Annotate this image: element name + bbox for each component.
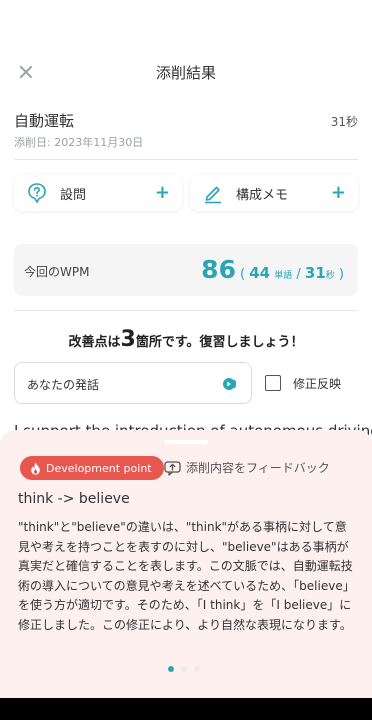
- feedback-label: 添削内容をフィードバック: [186, 461, 330, 475]
- wpm-card: 今回のWPM 86 ( 44 単語 / 31秒 ): [14, 244, 358, 296]
- page-dot[interactable]: [181, 666, 187, 672]
- improvement-summary: 改善点は3箇所です。復習しましょう！: [0, 327, 372, 352]
- feedback-sheet: Development point 添削内容をフィードバック think -> …: [0, 430, 372, 720]
- page-title: 添削結果: [155, 64, 216, 82]
- pencil-icon: [205, 186, 221, 204]
- word-unit: 単語: [274, 271, 293, 281]
- wpm-label: 今回のWPM: [24, 265, 90, 279]
- correction-change: think -> believe: [18, 491, 130, 507]
- question-button[interactable]: 設問 +: [14, 175, 182, 211]
- header: 添削結果: [0, 52, 372, 92]
- word-count: 44: [249, 264, 271, 282]
- speech-tab[interactable]: あなたの発話: [14, 362, 252, 404]
- divider: [14, 310, 358, 311]
- question-label: 設問: [60, 187, 87, 203]
- page-dot[interactable]: [194, 666, 200, 672]
- topic-title: 自動運転: [14, 112, 75, 130]
- wpm-number: 86: [201, 255, 236, 284]
- speech-label: あなたの発話: [27, 378, 100, 392]
- wpm-value: 86 ( 44 単語 / 31秒 ): [201, 255, 344, 284]
- development-point-badge: Development point: [20, 456, 164, 480]
- page-dot[interactable]: [168, 666, 174, 672]
- badge-label: Development point: [46, 461, 152, 475]
- improve-count: 3: [120, 327, 136, 352]
- seconds-unit: 秒: [325, 271, 335, 281]
- divider: [14, 159, 358, 160]
- memo-button[interactable]: 構成メモ +: [190, 175, 358, 211]
- plus-icon: +: [154, 182, 170, 203]
- memo-label: 構成メモ: [236, 187, 289, 203]
- correction-explanation: "think"と"believe"の違いは、"think"がある事柄に対して意見…: [18, 520, 355, 632]
- wpm-detail: ( 44 単語 / 31秒 ): [240, 264, 344, 282]
- question-icon: [28, 183, 46, 204]
- improve-suffix: 箇所です。復習しましょう！: [135, 335, 304, 350]
- paren-open: (: [239, 267, 246, 282]
- system-navigation-bar: [0, 698, 372, 720]
- apply-correction-checkbox[interactable]: [265, 375, 281, 391]
- seconds-count: 31: [304, 264, 326, 282]
- duration-label: 31秒: [330, 115, 358, 129]
- feedback-link[interactable]: 添削内容をフィードバック: [164, 459, 330, 476]
- improve-prefix: 改善点は: [68, 335, 121, 350]
- drag-handle[interactable]: [164, 440, 208, 444]
- correction-date: 添削日: 2023年11月30日: [14, 136, 144, 149]
- slash: /: [296, 267, 301, 282]
- apply-correction-label: 修正反映: [293, 377, 342, 391]
- paren-close: ): [338, 267, 344, 282]
- plus-icon: +: [330, 182, 346, 203]
- feedback-icon: [164, 460, 181, 476]
- flame-icon: [31, 462, 40, 475]
- audio-icon[interactable]: [223, 377, 239, 391]
- page-indicator: [168, 666, 207, 672]
